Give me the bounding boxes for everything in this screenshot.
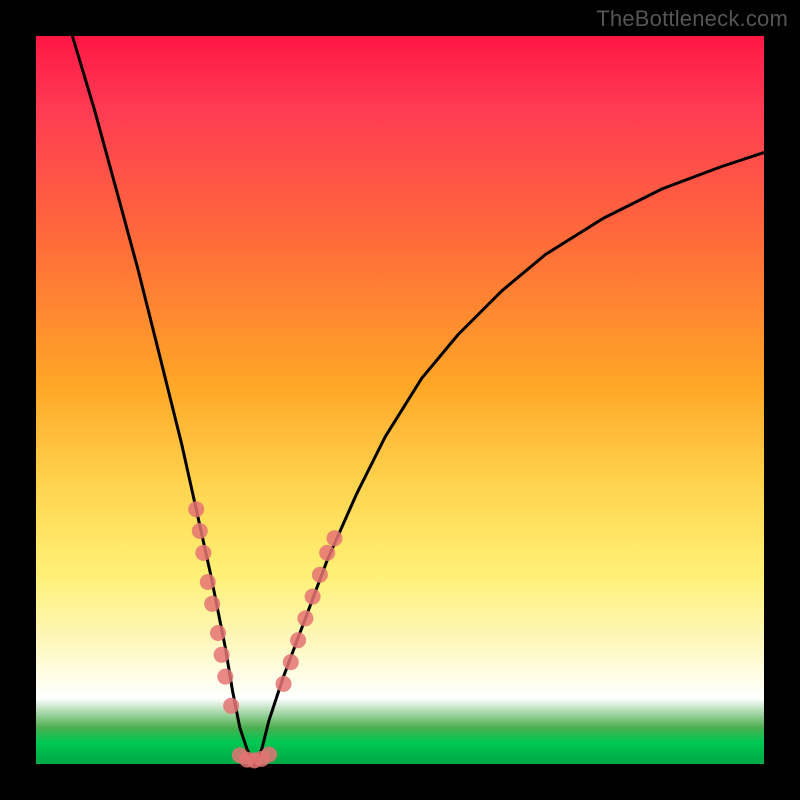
sample-dot	[210, 625, 226, 641]
bottleneck-curve	[72, 36, 764, 764]
sample-dots	[188, 501, 342, 768]
sample-dot	[283, 654, 299, 670]
sample-dot	[204, 596, 220, 612]
sample-dot	[200, 574, 216, 590]
sample-dot	[319, 545, 335, 561]
sample-dot	[290, 632, 306, 648]
sample-dot	[217, 669, 233, 685]
curve-svg	[36, 36, 764, 764]
sample-dot	[305, 589, 321, 605]
sample-dot	[312, 567, 328, 583]
sample-dot	[223, 698, 239, 714]
sample-dot	[327, 530, 343, 546]
sample-dot	[276, 676, 292, 692]
sample-dot	[297, 610, 313, 626]
sample-dot	[195, 545, 211, 561]
chart-frame: TheBottleneck.com	[0, 0, 800, 800]
watermark-text: TheBottleneck.com	[596, 6, 788, 32]
sample-dot	[261, 747, 277, 763]
sample-dot	[192, 523, 208, 539]
sample-dot	[188, 501, 204, 517]
sample-dot	[214, 647, 230, 663]
plot-area	[36, 36, 764, 764]
